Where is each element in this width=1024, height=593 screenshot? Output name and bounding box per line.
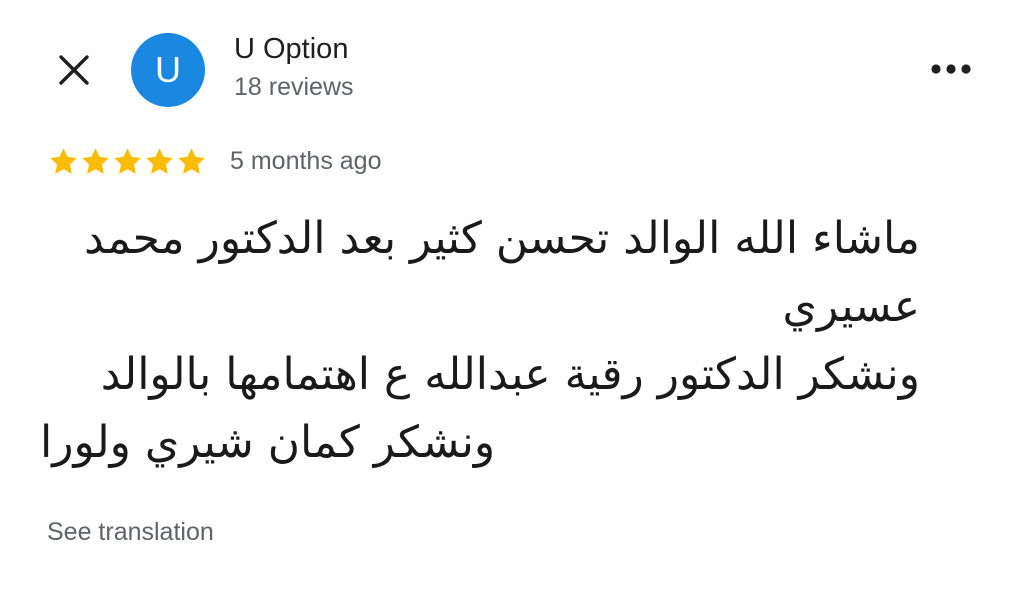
star-icon — [50, 148, 77, 174]
review-card: U U Option 18 reviews 5 months ago ماشاء… — [0, 0, 1024, 593]
review-text: ماشاء الله الوالد تحسن كثير بعد الدكتور … — [40, 205, 920, 477]
star-icon — [146, 148, 173, 174]
review-text-line: ونشكر كمان شيري ولورا — [40, 417, 496, 468]
star-icon — [82, 148, 109, 174]
see-translation-link[interactable]: See translation — [47, 518, 214, 547]
review-text-line: عسيري — [782, 281, 921, 332]
avatar[interactable]: U — [131, 33, 205, 107]
review-text-line: ماشاء الله الوالد تحسن كثير بعد الدكتور … — [84, 213, 920, 264]
more-options-button[interactable] — [924, 52, 978, 86]
star-icon — [114, 148, 141, 174]
close-icon — [59, 55, 89, 85]
review-date: 5 months ago — [230, 147, 382, 175]
close-button[interactable] — [54, 50, 94, 90]
reviewer-name[interactable]: U Option — [234, 33, 348, 66]
more-horizontal-icon — [931, 64, 971, 74]
avatar-letter: U — [155, 49, 181, 90]
star-icon — [178, 148, 205, 174]
review-text-line: ونشكر الدكتور رقية عبدالله ع اهتمامها با… — [100, 349, 920, 400]
rating-stars — [48, 146, 207, 178]
review-count: 18 reviews — [234, 73, 354, 101]
